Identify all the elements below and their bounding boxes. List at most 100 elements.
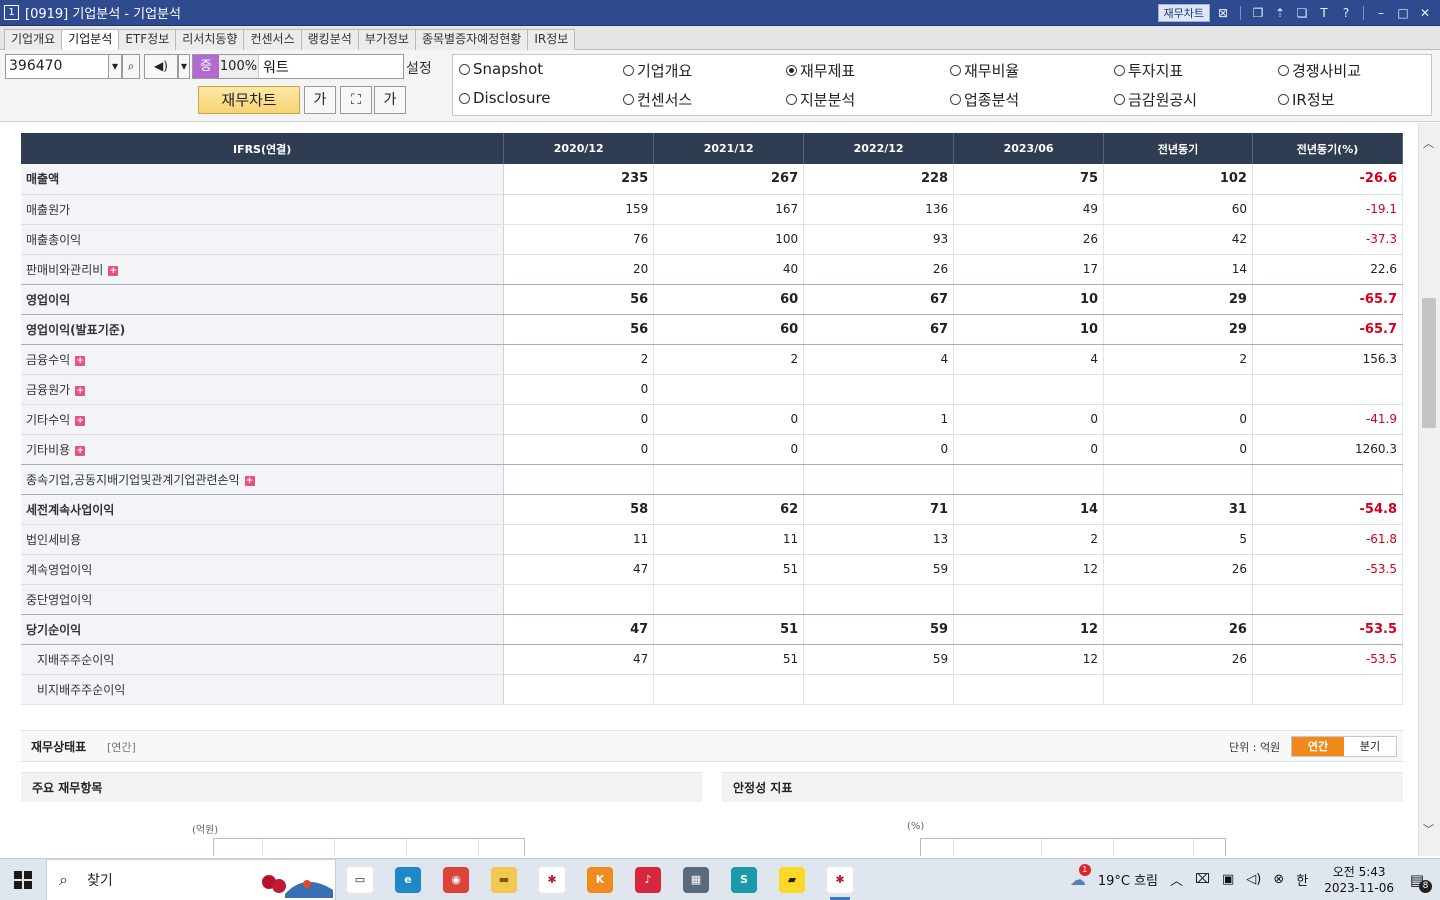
expand-plus-icon[interactable]: +: [244, 475, 255, 486]
screen-icon[interactable]: ⊠: [1214, 4, 1232, 22]
radio-option-4[interactable]: 투자지표: [1114, 60, 1183, 81]
radio-option-5[interactable]: 경쟁사비교: [1278, 60, 1361, 81]
notification-icon[interactable]: ▤ 8: [1404, 867, 1432, 893]
column-header[interactable]: 2020/12: [503, 133, 655, 164]
column-header[interactable]: 전년동기(%): [1252, 133, 1404, 164]
window-number[interactable]: 1: [4, 5, 19, 20]
column-header[interactable]: 전년동기: [1103, 133, 1253, 164]
column-header[interactable]: 2022/12: [803, 133, 955, 164]
radio-option-7[interactable]: 컨센서스: [623, 89, 692, 110]
row-label: 지배주주순이익: [37, 652, 115, 667]
taskbar-app-8[interactable]: S: [720, 859, 768, 900]
tab-6[interactable]: 부가정보: [357, 29, 416, 50]
radio-option-3[interactable]: 재무비율: [950, 60, 1019, 81]
settings-link[interactable]: 설정: [406, 58, 432, 78]
taskbar-app-0[interactable]: ▭: [336, 859, 384, 900]
chevron-up-icon[interactable]: ︿: [1170, 870, 1183, 889]
weather-icon[interactable]: ☁ 1: [1070, 864, 1091, 889]
expand-plus-icon[interactable]: +: [108, 265, 119, 276]
taskbar-app-4[interactable]: ✱: [528, 859, 576, 900]
tab-8[interactable]: IR정보: [527, 29, 576, 50]
value-cell: [1252, 674, 1404, 705]
row-label-cell: 매출총이익: [21, 224, 505, 255]
vertical-scrollbar[interactable]: ︿ ﹀: [1418, 123, 1440, 856]
radio-option-11[interactable]: IR정보: [1278, 89, 1334, 110]
table-body: 매출액 235 267 228 75 102 -26.6 매출원가 159 167 136 49 60-…: [21, 164, 1404, 705]
search-icon[interactable]: ⌕: [122, 54, 140, 79]
value-cell: 11: [503, 524, 655, 555]
value-cell: 67: [803, 284, 955, 315]
balance-sheet-bar: 재무상태표 [연간] 단위 : 억원 연간 분기: [21, 730, 1403, 762]
chart-chip-button[interactable]: 재무차트: [1157, 3, 1210, 22]
taskbar-app-9[interactable]: ▰: [768, 859, 816, 900]
speaker-dropdown-icon[interactable]: ▾: [178, 54, 190, 79]
scroll-up-icon[interactable]: ︿: [1423, 135, 1434, 151]
expand-icon[interactable]: ⛶: [340, 86, 372, 114]
table-row: 영업이익 56 60 67 10 29 -65.7: [21, 284, 1404, 315]
cancel-circle-icon[interactable]: ⊗: [1273, 872, 1284, 887]
toggle-annual[interactable]: 연간: [1292, 737, 1344, 756]
value-cell: 228: [803, 164, 955, 195]
radio-option-8[interactable]: 지분분석: [786, 89, 855, 110]
tab-3[interactable]: 리서치동향: [175, 29, 245, 50]
scroll-thumb[interactable]: [1422, 298, 1436, 428]
speaker-icon[interactable]: ◀): [144, 54, 178, 79]
expand-plus-icon[interactable]: +: [75, 415, 86, 426]
taskbar-app-1[interactable]: e: [384, 859, 432, 900]
start-button[interactable]: [0, 859, 46, 900]
column-header[interactable]: 2021/12: [653, 133, 805, 164]
clock[interactable]: 오전 5:43 2023-11-06: [1324, 864, 1394, 896]
tab-4[interactable]: 컨센서스: [243, 29, 302, 50]
taskbar-app-6[interactable]: ♪: [624, 859, 672, 900]
ime-indicator[interactable]: 한: [1296, 870, 1308, 889]
pin-icon[interactable]: ⇡: [1271, 4, 1289, 22]
column-header[interactable]: 2023/06: [953, 133, 1105, 164]
radio-option-10[interactable]: 금감원공시: [1114, 89, 1197, 110]
camera-icon[interactable]: ⌧: [1195, 872, 1210, 887]
value-cell: -19.1: [1252, 194, 1404, 225]
minimize-icon[interactable]: –: [1372, 4, 1390, 22]
volume-icon[interactable]: ◁): [1246, 872, 1261, 887]
taskbar-app-5[interactable]: K: [576, 859, 624, 900]
help-icon[interactable]: ?: [1337, 4, 1355, 22]
value-cell: 11: [653, 524, 805, 555]
weather-text[interactable]: 19°C 흐림: [1098, 870, 1158, 889]
radio-option-9[interactable]: 업종분석: [950, 89, 1019, 110]
table-row: 종속기업,공동지배기업및관계기업관련손익 +: [21, 464, 1404, 495]
restore-icon[interactable]: ❐: [1249, 4, 1267, 22]
radio-option-2[interactable]: 재무제표: [786, 60, 855, 81]
font-size-down-button[interactable]: 가: [304, 86, 336, 114]
network-icon[interactable]: ▣: [1222, 872, 1234, 887]
scroll-down-icon[interactable]: ﹀: [1423, 821, 1434, 837]
tab-2[interactable]: ETF정보: [118, 29, 177, 50]
tab-1[interactable]: 기업분석: [61, 29, 120, 51]
tab-0[interactable]: 기업개요: [4, 29, 63, 50]
window-icon[interactable]: ❏: [1293, 4, 1311, 22]
code-dropdown-icon[interactable]: ▾: [108, 54, 122, 79]
close-icon[interactable]: ✕: [1416, 4, 1434, 22]
taskbar-app-2[interactable]: ◉: [432, 859, 480, 900]
taskbar-app-3[interactable]: ▬: [480, 859, 528, 900]
value-cell: 59: [803, 614, 955, 645]
taskbar-app-10[interactable]: ✱: [816, 859, 864, 900]
expand-plus-icon[interactable]: +: [75, 445, 86, 456]
tab-5[interactable]: 랭킹분석: [300, 29, 359, 50]
maximize-icon[interactable]: □: [1394, 4, 1412, 22]
font-icon[interactable]: T: [1315, 4, 1333, 22]
radio-option-0[interactable]: Snapshot: [459, 60, 543, 78]
radio-option-6[interactable]: Disclosure: [459, 89, 551, 107]
taskbar-search[interactable]: ⌕ 찾기: [46, 858, 336, 900]
taskbar-app-7[interactable]: ▦: [672, 859, 720, 900]
value-cell: 60: [653, 314, 805, 345]
value-cell: 13: [803, 524, 955, 555]
financial-chart-button[interactable]: 재무차트: [198, 86, 300, 114]
stock-name-box[interactable]: 증 100% 워트: [192, 54, 404, 79]
stock-code-input[interactable]: 396470: [5, 54, 109, 79]
expand-plus-icon[interactable]: +: [75, 385, 86, 396]
toggle-quarter[interactable]: 분기: [1344, 737, 1396, 756]
tab-7[interactable]: 종목별증자예정현황: [414, 29, 529, 50]
font-size-up-button[interactable]: 가: [374, 86, 406, 114]
radio-option-1[interactable]: 기업개요: [623, 60, 692, 81]
expand-plus-icon[interactable]: +: [75, 355, 86, 366]
grid-line: [478, 839, 479, 856]
